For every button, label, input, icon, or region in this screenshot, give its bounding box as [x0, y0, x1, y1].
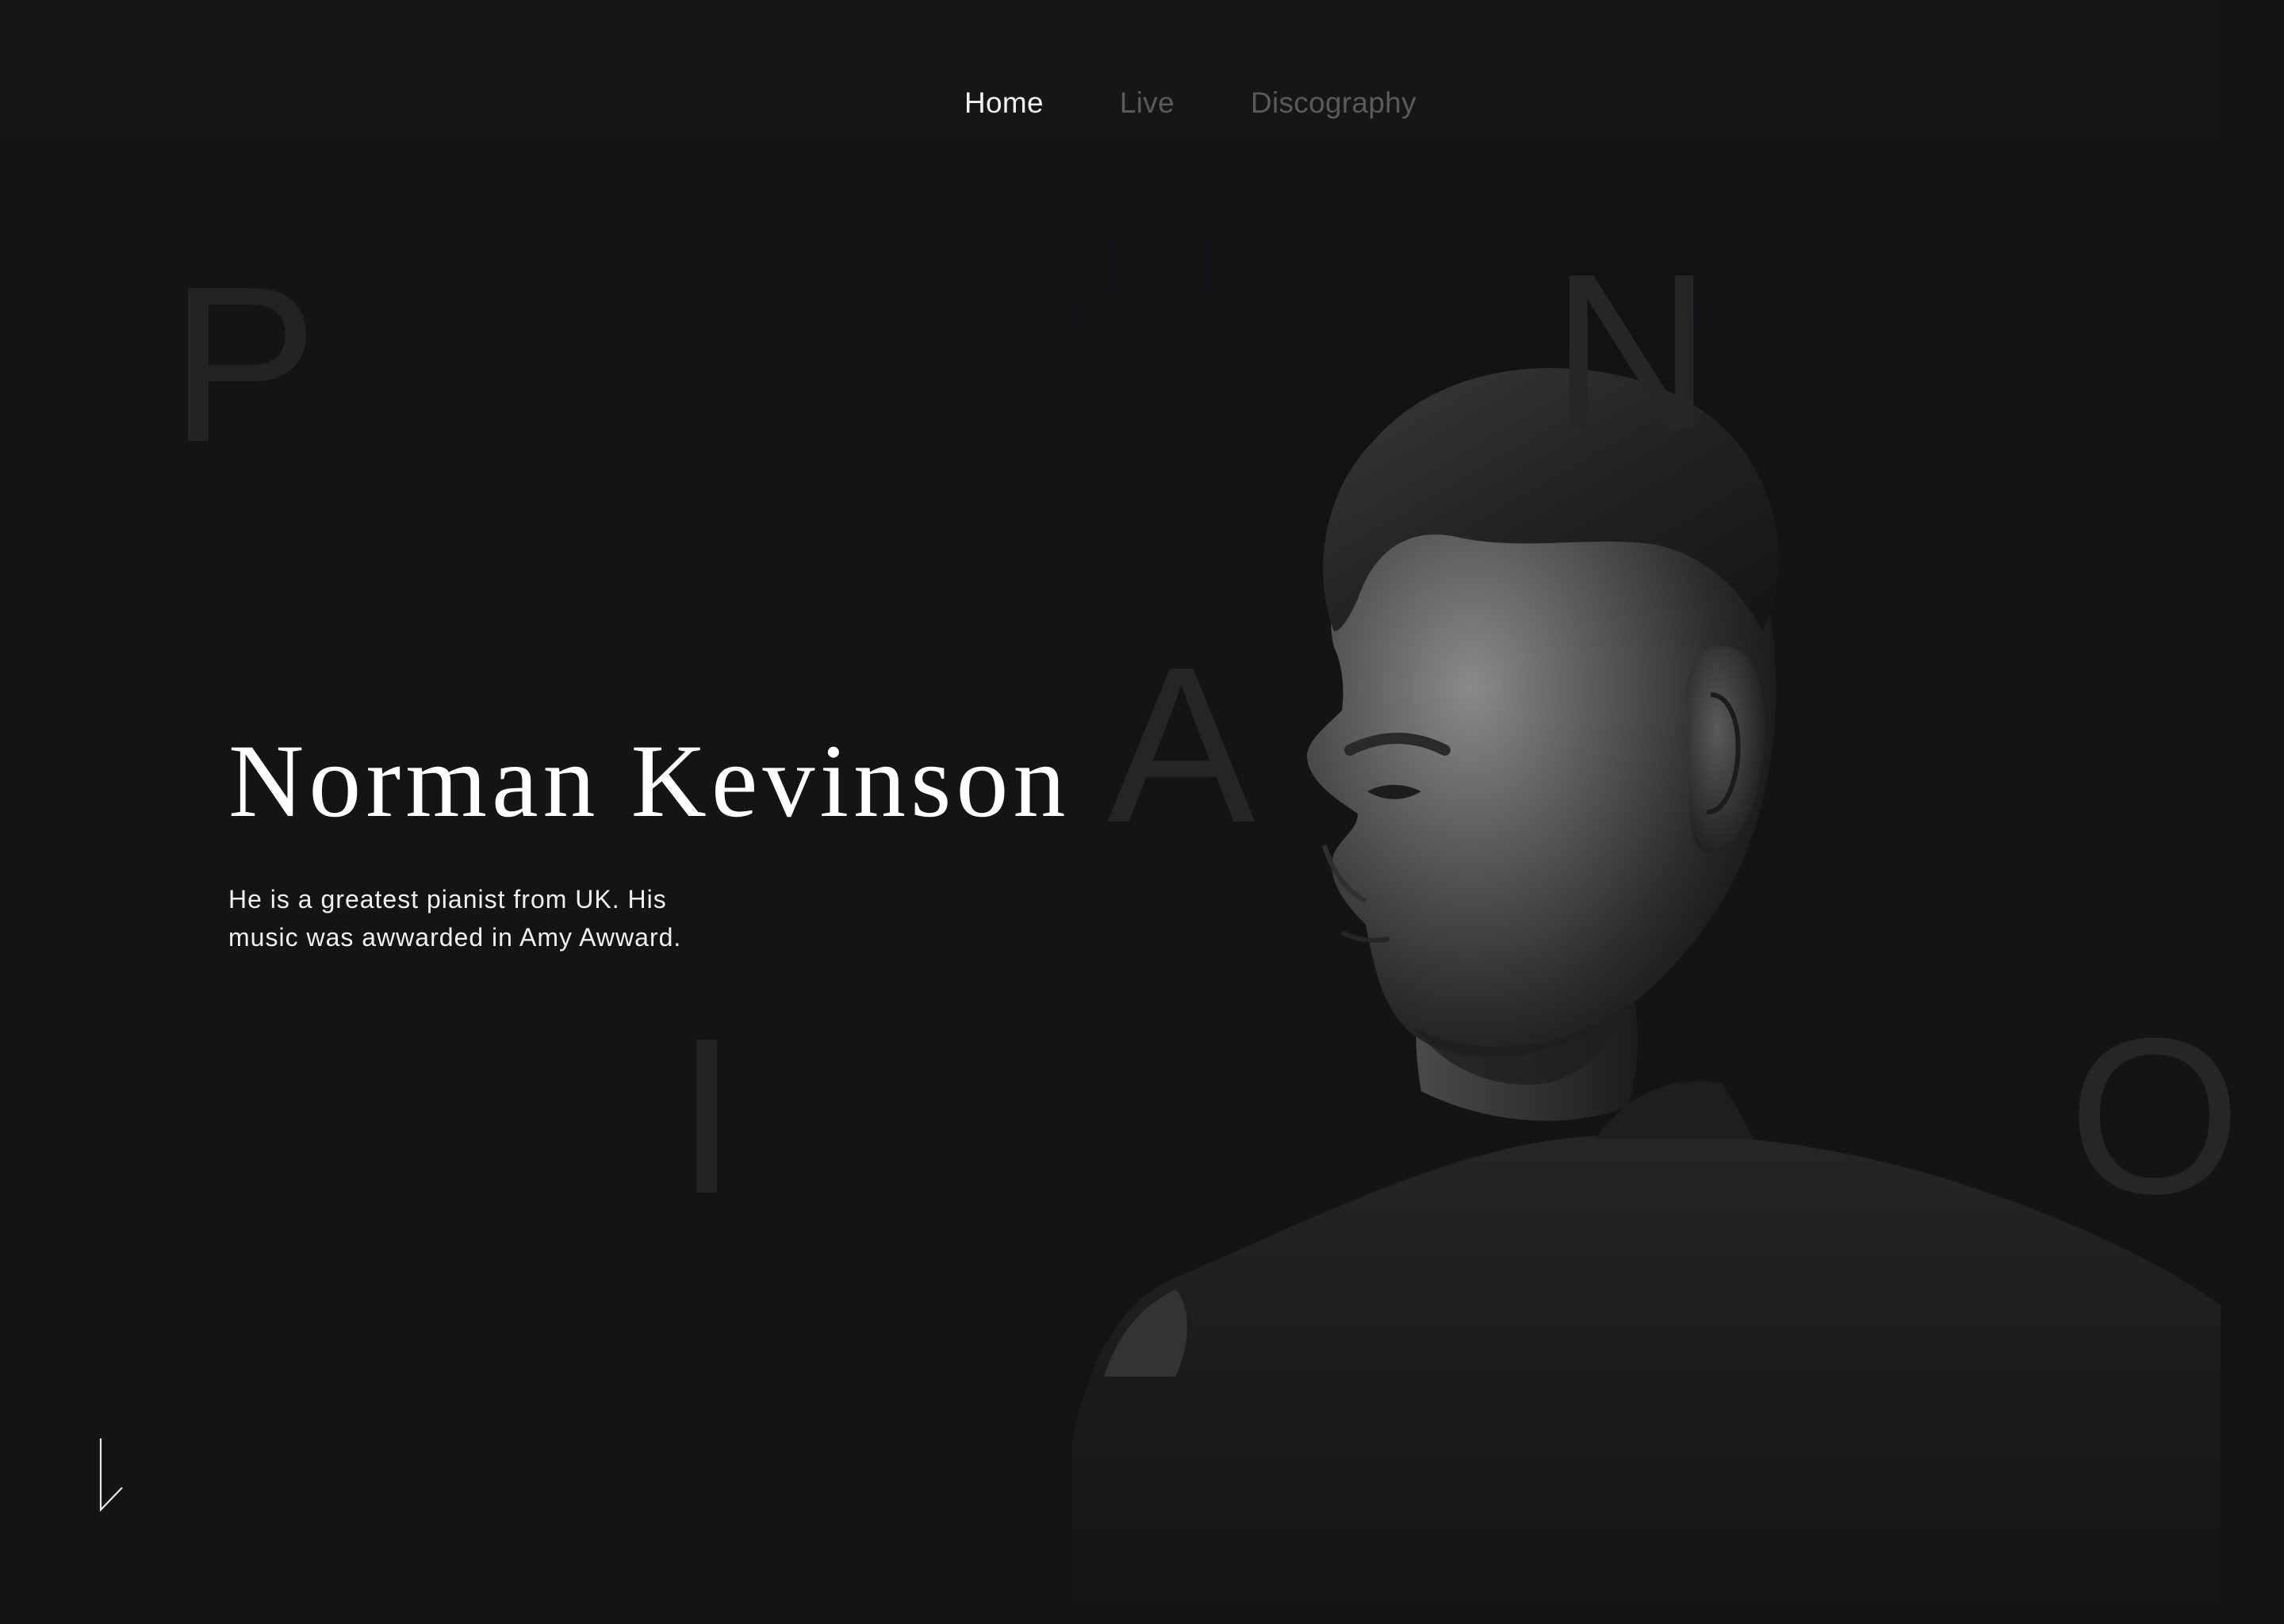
main-nav: Home Live Discography	[964, 82, 1416, 124]
bg-letter-n: N	[1551, 228, 1712, 476]
bg-letter-o: O	[2068, 993, 2241, 1240]
bg-letter-a: A	[1107, 622, 1255, 869]
hero-description: He is a greatest pianist from UK. His mu…	[228, 885, 682, 952]
down-arrow-icon	[99, 1438, 123, 1512]
bg-letter-p: P	[170, 241, 318, 488]
landing-page: P N A I O Home Live Discography Norman K…	[0, 0, 2284, 1624]
bg-letter-i: I	[676, 993, 738, 1240]
nav-link-home[interactable]: Home	[964, 82, 1044, 124]
nav-link-live[interactable]: Live	[1120, 82, 1175, 124]
hero-title: Norman Kevinson	[228, 722, 1071, 839]
nav-link-discography[interactable]: Discography	[1251, 82, 1416, 124]
scroll-down-button[interactable]	[97, 1437, 128, 1513]
